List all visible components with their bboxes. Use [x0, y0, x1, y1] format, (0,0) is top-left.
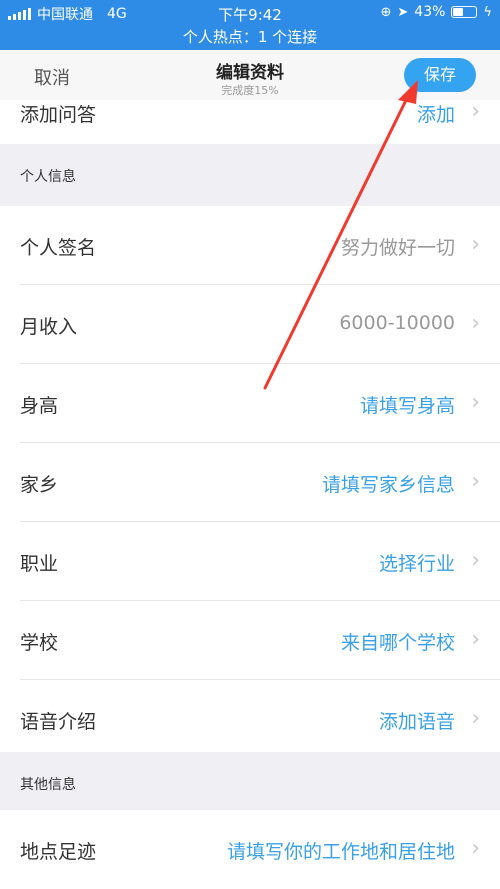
annotation-arrow — [263, 80, 418, 390]
